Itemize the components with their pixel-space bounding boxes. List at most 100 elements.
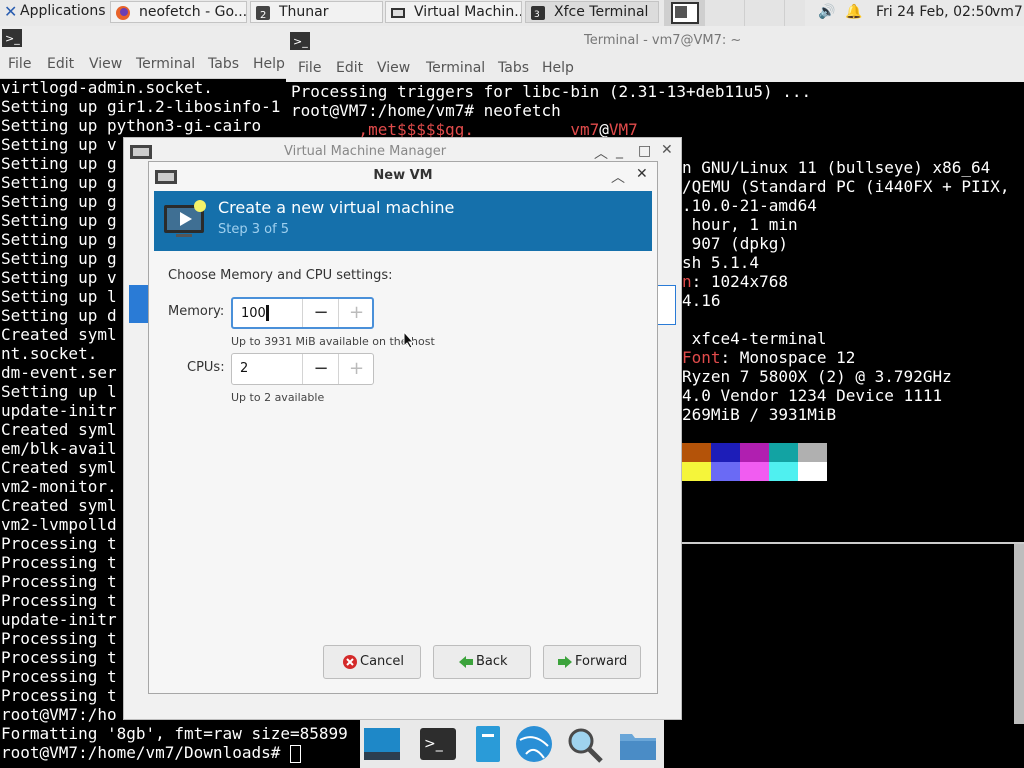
show-desktop-icon[interactable] [362, 724, 402, 764]
info-value: hour, 1 min [682, 215, 798, 234]
output-line: Formatting '8gb', fmt=raw size=85899 [1, 724, 348, 743]
info-value: 4.16 [682, 291, 721, 310]
menubar: File Edit View Terminal Tabs Help [0, 52, 290, 79]
palette-swatch [740, 462, 769, 481]
maximize-icon[interactable]: □ [638, 143, 651, 159]
volume-icon[interactable]: 🔊 [818, 4, 835, 20]
info-line: hour, 1 min [682, 215, 1010, 234]
task-label: Xfce Terminal [554, 4, 649, 20]
palette-swatch [711, 462, 740, 481]
clock[interactable]: Fri 24 Feb, 02:50 [876, 4, 993, 20]
svg-text:>_: >_ [424, 736, 444, 752]
svg-text:2: 2 [260, 10, 266, 21]
terminal-icon: >_ [290, 32, 310, 50]
info-line: 907 (dpkg) [682, 234, 1010, 253]
chevron-up-icon[interactable]: ︿ [611, 167, 625, 187]
workspace-4[interactable] [784, 0, 805, 26]
firefox-icon [116, 6, 130, 20]
cpus-increment-button[interactable]: + [338, 354, 374, 384]
palette-swatch [682, 462, 711, 481]
dialog-title: New VM [373, 168, 433, 183]
info-line: .10.0-21-amd64 [682, 196, 1010, 215]
palette-swatch [682, 443, 711, 462]
task-firefox[interactable]: neofetch - Go... [110, 1, 247, 23]
forward-button[interactable]: Forward [543, 645, 641, 679]
wizard-banner: Create a new virtual machine Step 3 of 5 [154, 191, 652, 251]
close-icon[interactable]: ✕ [636, 166, 648, 182]
cpus-decrement-button[interactable]: − [302, 354, 339, 384]
window-title: Terminal - vm7@VM7: ~ [584, 33, 742, 48]
neofetch-info: n GNU/Linux 11 (bullseye) x86_64/QEMU (S… [682, 158, 1010, 424]
memory-increment-button[interactable]: + [338, 299, 374, 327]
info-line: /QEMU (Standard PC (i440FX + PIIX, [682, 177, 1010, 196]
menu-help[interactable]: Help [542, 60, 574, 76]
info-key: Font [682, 348, 721, 367]
scrollbar[interactable] [1014, 544, 1024, 724]
task-thunar[interactable]: 2 Thunar [250, 1, 383, 23]
user-menu[interactable]: vm7 [992, 4, 1023, 20]
menu-terminal[interactable]: Terminal [136, 56, 195, 72]
banner-step: Step 3 of 5 [218, 222, 290, 237]
notification-bell-icon[interactable]: 🔔 [845, 4, 862, 20]
menu-file[interactable]: File [298, 60, 321, 76]
workspace-2[interactable] [704, 0, 745, 26]
new-vm-icon [164, 200, 206, 237]
output-line: Processing triggers for libc-bin (2.31-1… [291, 82, 812, 101]
cancel-label: Cancel [360, 654, 405, 669]
folder-icon[interactable] [618, 724, 658, 764]
info-value: Ryzen 7 5800X (2) @ 3.792GHz [682, 367, 952, 386]
menu-file[interactable]: File [8, 56, 31, 72]
minimize-icon[interactable]: _ [616, 143, 623, 159]
info-line [682, 310, 1010, 329]
back-button[interactable]: Back [433, 645, 531, 679]
workspace-1[interactable] [664, 0, 705, 26]
menu-help[interactable]: Help [253, 56, 285, 72]
menu-view[interactable]: View [89, 56, 122, 72]
menu-edit[interactable]: Edit [336, 60, 363, 76]
file-manager-icon[interactable] [468, 724, 508, 764]
menu-terminal[interactable]: Terminal [426, 60, 485, 76]
task-label: Virtual Machin... [414, 4, 522, 20]
info-line: xfce4-terminal [682, 329, 1010, 348]
info-line: Font: Monospace 12 [682, 348, 1010, 367]
cancel-icon [343, 655, 357, 669]
cancel-button[interactable]: Cancel [323, 645, 421, 679]
memory-value[interactable]: 100 [241, 306, 266, 321]
info-line: 4.0 Vendor 1234 Device 1111 [682, 386, 1010, 405]
info-line: sh 5.1.4 [682, 253, 1010, 272]
app-finder-icon[interactable] [564, 724, 604, 764]
web-browser-icon[interactable] [514, 724, 554, 764]
window-title: Virtual Machine Manager [284, 144, 447, 159]
info-line: 269MiB / 3931MiB [682, 405, 1010, 424]
info-value: : 1024x768 [691, 272, 788, 291]
palette-swatch [769, 462, 798, 481]
cpus-label: CPUs: [187, 360, 225, 375]
info-value: /QEMU (Standard PC (i440FX + PIIX, [682, 177, 1010, 196]
task-xfce-terminal[interactable]: 3 Xfce Terminal [525, 1, 659, 23]
memory-spinbox[interactable]: 100 − + [231, 297, 374, 329]
menu-view[interactable]: View [377, 60, 410, 76]
workspace-3[interactable] [744, 0, 785, 26]
applications-menu[interactable]: ✕ Applications [0, 0, 108, 24]
terminal-cursor [289, 744, 301, 763]
dock: >_ [360, 720, 664, 768]
terminal-icon[interactable]: >_ [418, 724, 458, 764]
svg-text:>_: >_ [5, 32, 20, 45]
close-icon[interactable]: ✕ [661, 142, 673, 158]
task-vmm[interactable]: Virtual Machin... [385, 1, 522, 23]
section-heading: Choose Memory and CPU settings: [168, 268, 393, 283]
info-value: xfce4-terminal [682, 329, 827, 348]
cpus-spinbox[interactable]: 2 − + [231, 353, 374, 385]
chevron-up-icon[interactable]: ︿ [594, 143, 608, 163]
terminal-output[interactable]: Processing triggers for libc-bin (2.31-1… [291, 82, 811, 139]
menu-tabs[interactable]: Tabs [208, 56, 239, 72]
menu-tabs[interactable]: Tabs [498, 60, 529, 76]
menu-edit[interactable]: Edit [47, 56, 74, 72]
selected-row[interactable] [129, 285, 149, 323]
memory-label: Memory: [168, 304, 225, 319]
info-value: : Monospace 12 [720, 348, 856, 367]
memory-decrement-button[interactable]: − [302, 299, 339, 327]
palette-swatch [711, 443, 740, 462]
info-key: n [682, 272, 692, 291]
cpus-value[interactable]: 2 [240, 361, 248, 376]
